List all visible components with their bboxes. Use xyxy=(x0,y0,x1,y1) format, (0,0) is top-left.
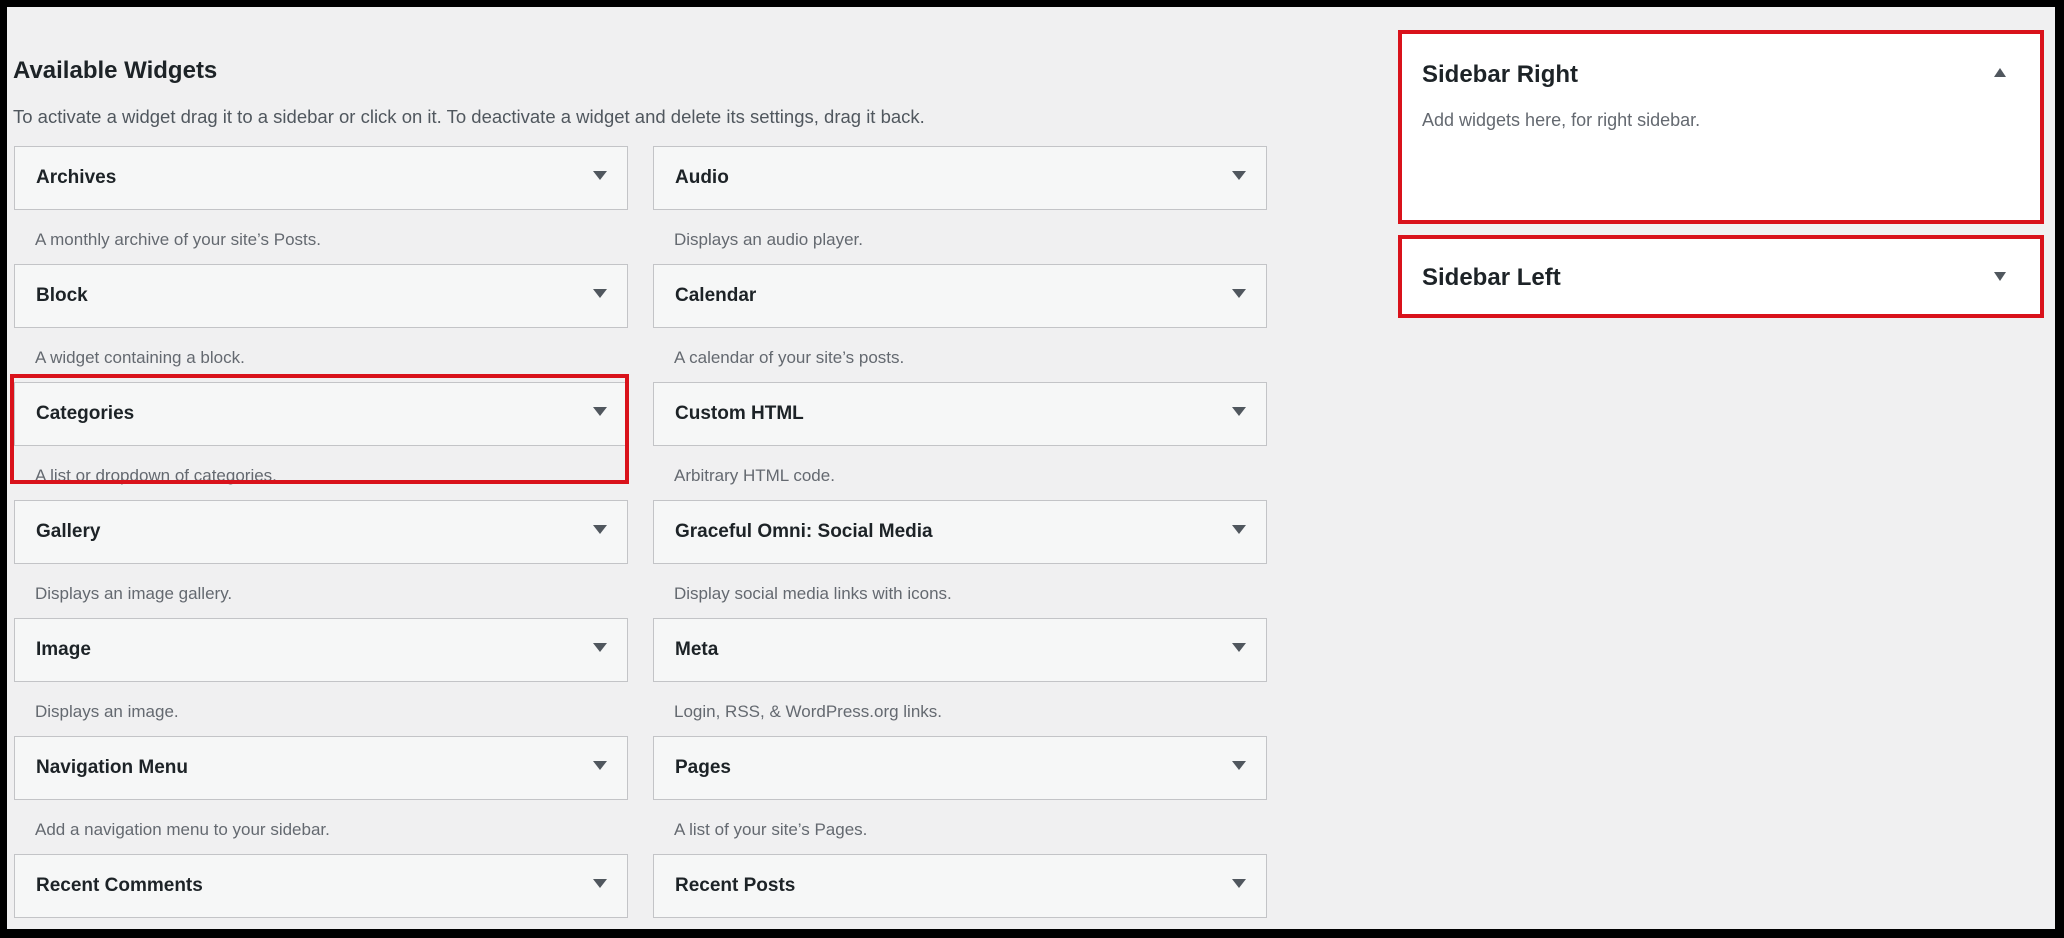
widget-gallery[interactable]: Gallery Displays an image gallery. xyxy=(14,500,628,618)
chevron-down-icon[interactable] xyxy=(593,407,607,416)
sidebar-right-panel[interactable]: Sidebar Right Add widgets here, for righ… xyxy=(1398,30,2044,224)
widget-description: Display social media links with icons. xyxy=(674,584,952,603)
widget-description: A widget containing a block. xyxy=(35,348,245,367)
widget-title: Gallery xyxy=(36,521,101,542)
widget-description: Add a navigation menu to your sidebar. xyxy=(35,820,330,839)
sidebar-right-title: Sidebar Right xyxy=(1422,61,1579,88)
chevron-down-icon[interactable] xyxy=(1232,171,1246,180)
widget-bar[interactable]: Recent Comments xyxy=(14,854,628,918)
widget-description: Displays an image. xyxy=(35,702,179,721)
widget-image[interactable]: Image Displays an image. xyxy=(14,618,628,736)
widget-description: Login, RSS, & WordPress.org links. xyxy=(674,702,943,721)
widget-description: A list of your site’s Pages. xyxy=(674,820,868,839)
chevron-down-icon[interactable] xyxy=(593,289,607,298)
chevron-down-icon[interactable] xyxy=(593,761,607,770)
widget-description: Displays an audio player. xyxy=(674,230,864,249)
chevron-down-icon[interactable] xyxy=(593,643,607,652)
widget-bar[interactable]: Pages xyxy=(653,736,1267,800)
widget-title: Recent Posts xyxy=(675,875,796,896)
widget-archives[interactable]: Archives A monthly archive of your site’… xyxy=(14,146,628,264)
widget-title: Image xyxy=(36,639,91,660)
sidebar-left-panel[interactable]: Sidebar Left xyxy=(1398,235,2044,318)
chevron-down-icon[interactable] xyxy=(1232,525,1246,534)
widget-bar[interactable]: Navigation Menu xyxy=(14,736,628,800)
chevron-down-icon[interactable] xyxy=(1232,289,1246,298)
widget-title: Navigation Menu xyxy=(36,757,189,778)
widget-bar[interactable]: Audio xyxy=(653,146,1267,210)
chevron-down-icon[interactable] xyxy=(1994,272,2006,281)
chevron-down-icon[interactable] xyxy=(1232,879,1246,888)
widget-bar[interactable]: Archives xyxy=(14,146,628,210)
widget-bar[interactable]: Gallery xyxy=(14,500,628,564)
widget-recent-comments[interactable]: Recent Comments xyxy=(14,854,628,929)
sidebar-right-description: Add widgets here, for right sidebar. xyxy=(1422,110,1701,130)
widget-title: Custom HTML xyxy=(675,403,804,424)
widget-recent-posts[interactable]: Recent Posts xyxy=(653,854,1267,929)
sidebar-left-title: Sidebar Left xyxy=(1422,264,1561,291)
widget-bar[interactable]: Meta xyxy=(653,618,1267,682)
widget-bar[interactable]: Categories xyxy=(14,382,628,446)
widget-description: A monthly archive of your site’s Posts. xyxy=(35,230,321,249)
available-widgets-description: To activate a widget drag it to a sideba… xyxy=(13,106,925,127)
chevron-down-icon[interactable] xyxy=(1232,761,1246,770)
available-widgets-title: Available Widgets xyxy=(13,57,218,84)
chevron-down-icon[interactable] xyxy=(593,879,607,888)
widget-description: Displays an image gallery. xyxy=(35,584,233,603)
widget-bar[interactable]: Recent Posts xyxy=(653,854,1267,918)
widget-bar[interactable]: Graceful Omni: Social Media xyxy=(653,500,1267,564)
widget-meta[interactable]: Meta Login, RSS, & WordPress.org links. xyxy=(653,618,1267,736)
chevron-up-icon[interactable] xyxy=(1994,68,2006,77)
widget-navigation-menu[interactable]: Navigation Menu Add a navigation menu to… xyxy=(14,736,628,854)
chevron-down-icon[interactable] xyxy=(593,525,607,534)
widgets-screen: Available Widgets To activate a widget d… xyxy=(7,7,2055,929)
widget-title: Graceful Omni: Social Media xyxy=(675,521,933,542)
widget-title: Calendar xyxy=(675,285,757,306)
widget-description: Arbitrary HTML code. xyxy=(674,466,835,485)
widget-title: Archives xyxy=(36,167,117,188)
widget-bar[interactable]: Block xyxy=(14,264,628,328)
widget-title: Block xyxy=(36,285,88,306)
widget-calendar[interactable]: Calendar A calendar of your site’s posts… xyxy=(653,264,1267,382)
chevron-down-icon[interactable] xyxy=(1232,643,1246,652)
widget-title: Audio xyxy=(675,167,729,188)
chevron-down-icon[interactable] xyxy=(1232,407,1246,416)
widget-bar[interactable]: Calendar xyxy=(653,264,1267,328)
widget-title: Meta xyxy=(675,639,719,660)
widget-custom-html[interactable]: Custom HTML Arbitrary HTML code. xyxy=(653,382,1267,500)
widget-categories[interactable]: Categories A list or dropdown of categor… xyxy=(14,382,628,500)
widget-bar[interactable]: Custom HTML xyxy=(653,382,1267,446)
widget-title: Recent Comments xyxy=(36,875,203,896)
widget-description: A calendar of your site’s posts. xyxy=(674,348,905,367)
widget-block[interactable]: Block A widget containing a block. xyxy=(14,264,628,382)
widget-description: A list or dropdown of categories. xyxy=(35,466,277,485)
widget-pages[interactable]: Pages A list of your site’s Pages. xyxy=(653,736,1267,854)
widget-audio[interactable]: Audio Displays an audio player. xyxy=(653,146,1267,264)
widget-social-media[interactable]: Graceful Omni: Social Media Display soci… xyxy=(653,500,1267,618)
widget-bar[interactable]: Image xyxy=(14,618,628,682)
chevron-down-icon[interactable] xyxy=(593,171,607,180)
widget-title: Pages xyxy=(675,757,731,778)
widget-title: Categories xyxy=(36,403,135,424)
